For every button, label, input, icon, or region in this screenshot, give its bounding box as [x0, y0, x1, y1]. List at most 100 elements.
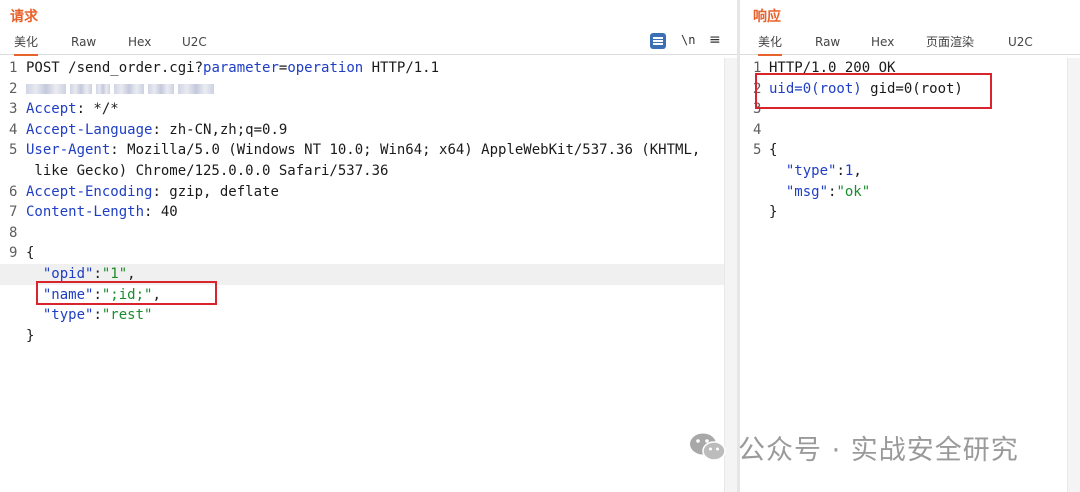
redacted-text	[26, 83, 66, 94]
code-line[interactable]: }	[0, 326, 725, 347]
tab-response-pretty[interactable]: 美化	[758, 32, 783, 56]
code-text: HTTP/1.1	[363, 60, 440, 76]
response-title: 响应	[753, 9, 781, 25]
code-text: : 40	[144, 204, 178, 221]
code-text: ,	[127, 266, 136, 282]
redacted-text	[114, 83, 144, 94]
line-number: 5	[753, 142, 762, 159]
tab-response-render[interactable]: 页面渲染	[926, 32, 974, 54]
code-line[interactable]: "type":1,	[740, 161, 1068, 182]
response-highlight-box	[755, 73, 992, 109]
code-line[interactable]: "type":"rest"	[0, 305, 725, 326]
code-text: : */*	[76, 101, 119, 118]
code-line[interactable]: 5 User-Agent: Mozilla/5.0 (Windows NT 10.…	[0, 140, 725, 161]
line-text: like Gecko) Chrome/125.0.0.0 Safari/537.…	[26, 161, 388, 182]
watermark-text: 公众号 · 实战安全研究	[738, 435, 1019, 466]
line-number: 1	[9, 60, 18, 76]
line-text	[26, 79, 218, 100]
code-text: : gzip, deflate	[152, 183, 279, 200]
code-line[interactable]: 7 Content-Length: 40	[0, 202, 725, 223]
code-text: POST /send_order.cgi?	[26, 60, 204, 76]
code-token-key: User-Agent	[26, 142, 111, 159]
code-line[interactable]: 4	[740, 120, 1068, 141]
code-token-str: "ok"	[836, 183, 871, 200]
request-tab-bar: 美化 Raw Hex U2C	[0, 32, 737, 56]
code-text: : Mozilla/5.0 (Windows NT 10.0; Win64; x…	[110, 142, 701, 159]
code-line[interactable]: 8	[0, 223, 725, 244]
line-text: {	[26, 243, 34, 264]
code-text: :	[836, 163, 845, 179]
line-number: 3	[9, 101, 18, 118]
line-number: 5	[9, 142, 18, 159]
code-text: ,	[853, 163, 862, 179]
code-line[interactable]: 3 Accept: */*	[0, 99, 725, 120]
response-tab-bar: 美化 Raw Hex 页面渲染 U2C	[740, 32, 1080, 56]
line-text: Content-Length: 40	[26, 202, 178, 223]
code-line[interactable]: 4 Accept-Language: zh-CN,zh;q=0.9	[0, 120, 725, 141]
line-text: User-Agent: Mozilla/5.0 (Windows NT 10.0…	[26, 140, 700, 161]
code-line[interactable]: 5{	[740, 140, 1068, 161]
redacted-text	[178, 83, 214, 94]
request-scrollbar[interactable]	[724, 58, 737, 492]
code-token-key: "type"	[785, 163, 837, 179]
code-line[interactable]: 9{	[0, 243, 725, 264]
line-number: 9	[9, 245, 18, 262]
line-text: Accept-Language: zh-CN,zh;q=0.9	[26, 120, 287, 141]
tab-response-u2c[interactable]: U2C	[1008, 32, 1033, 54]
code-token-key: operation	[287, 60, 364, 76]
code-line[interactable]: }	[740, 202, 1068, 223]
request-highlight-box	[36, 281, 217, 305]
tab-request-u2c[interactable]: U2C	[182, 32, 207, 54]
code-token-key: "type"	[42, 307, 94, 324]
code-token-key: Accept-Language	[26, 121, 153, 138]
line-number: 8	[9, 224, 18, 241]
code-token-key: Accept-Encoding	[26, 183, 153, 200]
line-number: 2	[9, 80, 18, 97]
line-text: }	[769, 202, 777, 223]
line-text: "type":"rest"	[26, 305, 153, 326]
code-line[interactable]: 1 POST /send_order.cgi?parameter=operatio…	[0, 58, 725, 79]
code-token-key: "opid"	[42, 266, 94, 282]
code-line[interactable]: like Gecko) Chrome/125.0.0.0 Safari/537.…	[0, 161, 725, 182]
line-text: {	[769, 140, 777, 161]
line-text: Accept: */*	[26, 99, 119, 120]
request-pane: 请求 美化 Raw Hex U2C \n ≡ 1 POST /send_order…	[0, 0, 737, 492]
show-newlines-button[interactable]: \n	[681, 33, 695, 47]
line-number: 4	[753, 121, 762, 138]
code-line[interactable]: 2	[0, 79, 725, 100]
redacted-text	[70, 83, 92, 94]
tab-response-hex[interactable]: Hex	[871, 32, 894, 54]
code-token-key: Accept	[26, 101, 77, 118]
tab-response-raw[interactable]: Raw	[815, 32, 840, 54]
code-line[interactable]: 6 Accept-Encoding: gzip, deflate	[0, 182, 725, 203]
code-text: {	[769, 142, 778, 159]
line-text: Accept-Encoding: gzip, deflate	[26, 182, 279, 203]
line-text: POST /send_order.cgi?parameter=operation…	[26, 58, 439, 79]
tab-request-pretty[interactable]: 美化	[14, 32, 39, 56]
response-scrollbar[interactable]	[1067, 58, 1080, 492]
code-line[interactable]: "msg":"ok"	[740, 182, 1068, 203]
code-text: }	[769, 204, 778, 221]
line-number: 7	[9, 204, 18, 221]
code-token-key: "msg"	[785, 183, 829, 200]
code-text: like Gecko) Chrome/125.0.0.0 Safari/537.…	[26, 163, 389, 179]
code-text: }	[26, 327, 35, 344]
menu-icon[interactable]: ≡	[709, 32, 721, 48]
line-text: }	[26, 326, 34, 347]
code-text: :	[93, 307, 102, 324]
code-token-key: parameter	[203, 60, 279, 76]
code-text: {	[26, 245, 35, 262]
word-wrap-icon[interactable]	[650, 33, 666, 49]
code-text: :	[93, 266, 102, 282]
line-number: 4	[9, 121, 18, 138]
code-text: : zh-CN,zh;q=0.9	[152, 121, 288, 138]
tab-request-hex[interactable]: Hex	[128, 32, 151, 54]
redacted-text	[96, 83, 110, 94]
code-token-key: Content-Length	[26, 204, 145, 221]
tab-request-raw[interactable]: Raw	[71, 32, 96, 54]
line-text: "msg":"ok"	[769, 182, 870, 203]
line-number: 6	[9, 183, 18, 200]
